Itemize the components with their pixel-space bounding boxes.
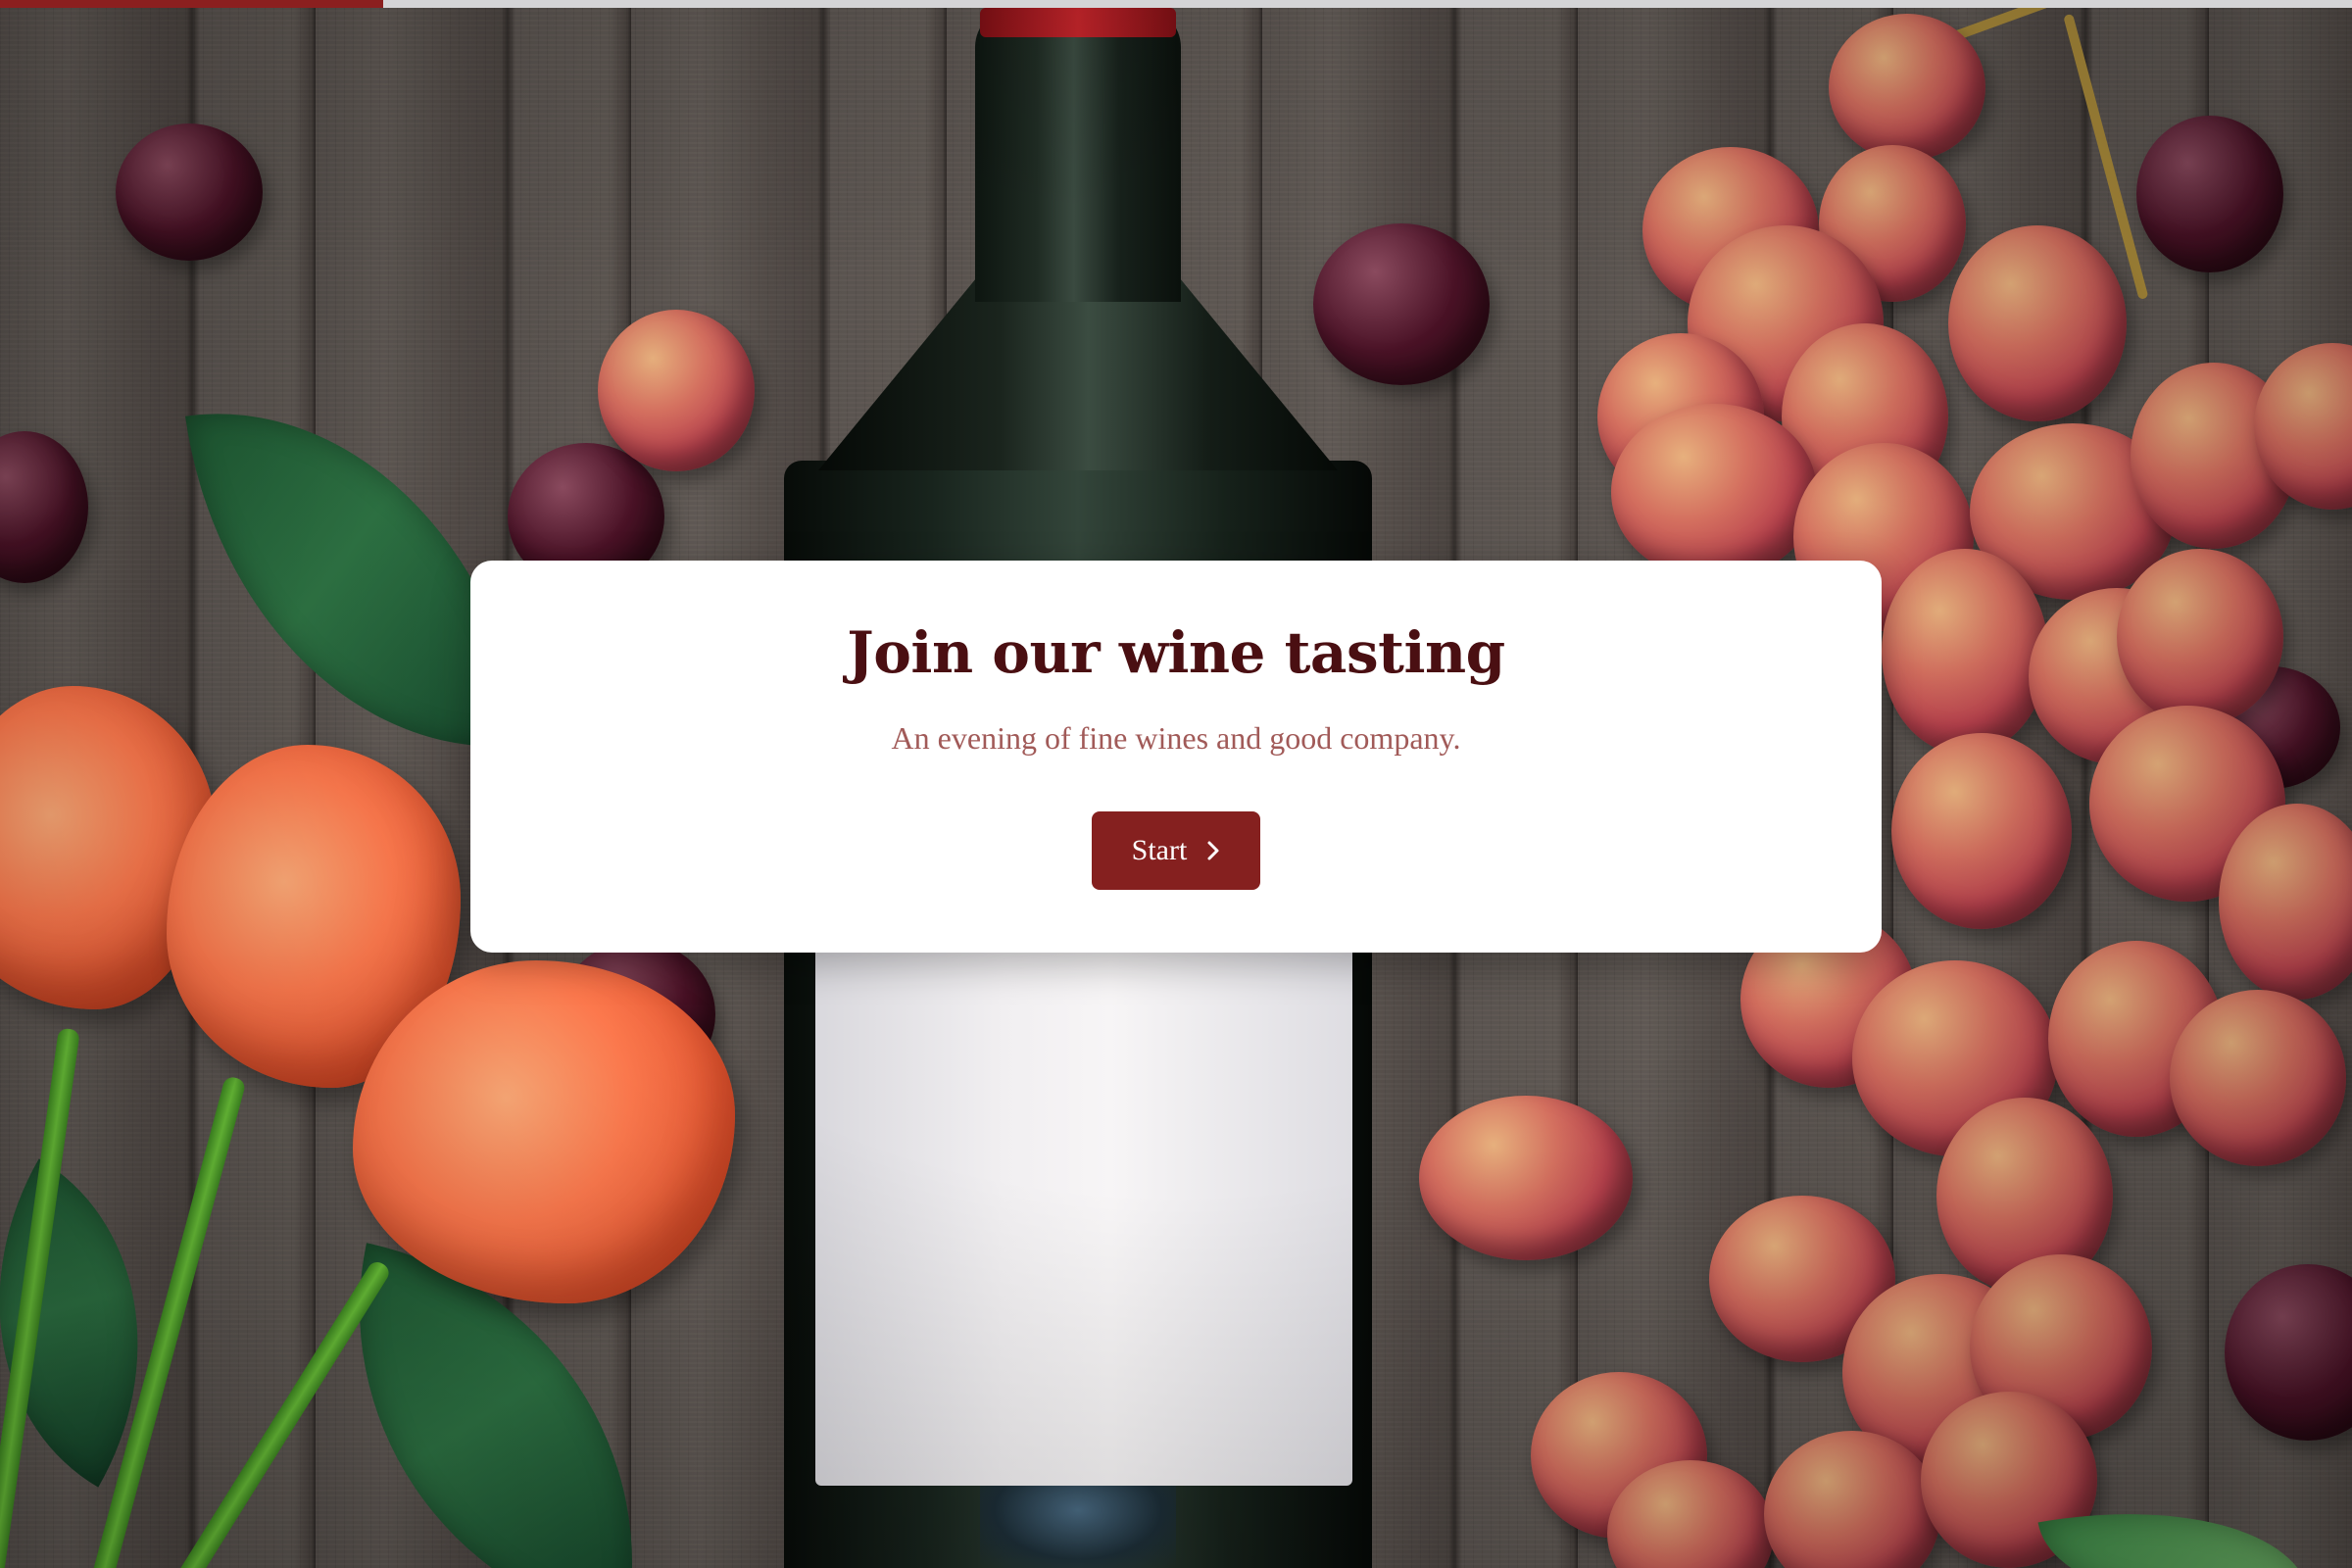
dialog-title: Join our wine tasting: [847, 619, 1505, 686]
welcome-dialog: Join our wine tasting An evening of fine…: [470, 561, 1882, 953]
progress-bar: [0, 0, 2352, 8]
chevron-right-icon: [1206, 840, 1220, 861]
page: Join our wine tasting An evening of fine…: [0, 0, 2352, 1568]
progress-bar-fill: [0, 0, 384, 8]
start-button-label: Start: [1131, 834, 1188, 866]
dialog-subtitle: An evening of fine wines and good compan…: [891, 720, 1461, 756]
start-button[interactable]: Start: [1092, 811, 1260, 890]
